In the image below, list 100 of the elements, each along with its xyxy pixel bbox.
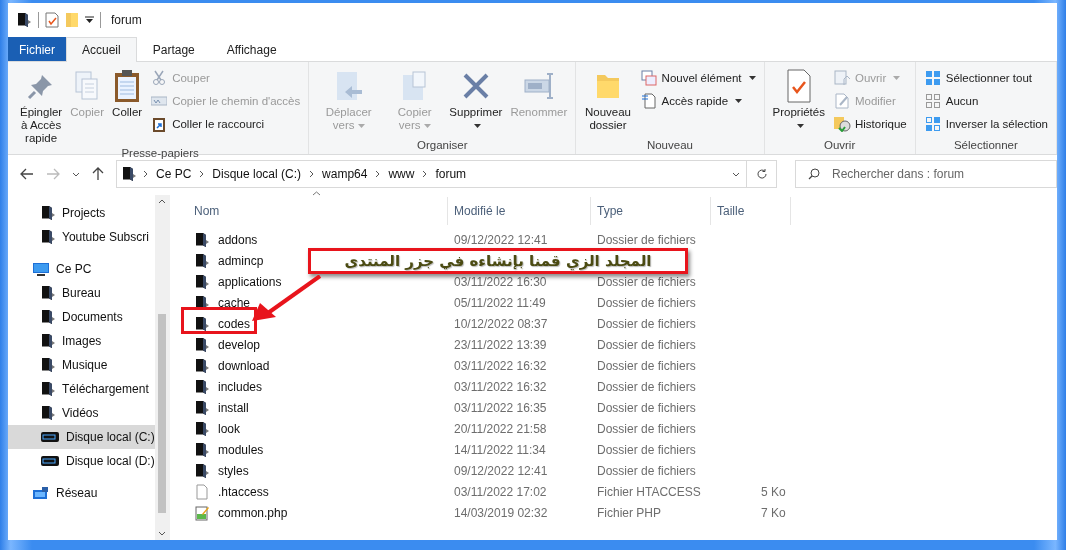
column-header[interactable]: Modifié le: [448, 197, 591, 225]
file-name[interactable]: develop: [218, 337, 261, 352]
ribbon-tab[interactable]: Affichage: [210, 37, 293, 61]
ribbon-tab[interactable]: Partage: [136, 37, 211, 61]
group-title: Presse-papiers: [120, 147, 200, 161]
folder-icon: [40, 309, 56, 325]
back-arrow-icon: [20, 168, 34, 180]
ribbon-tab[interactable]: Accueil: [66, 37, 137, 62]
chevron-icon: [199, 170, 205, 178]
nav-item[interactable]: Vidéos: [8, 401, 155, 425]
ribbon-button[interactable]: Historique: [829, 113, 910, 135]
ribbon-button[interactable]: Accès rapide: [636, 90, 759, 112]
ribbon-button[interactable]: Inverser la sélection: [920, 113, 1051, 135]
file-name[interactable]: includes: [218, 379, 263, 394]
breadcrumb[interactable]: forum: [433, 167, 469, 181]
nav-item[interactable]: Disque local (C:): [8, 425, 155, 449]
folder-icon: [194, 231, 210, 248]
nav-item[interactable]: Réseau: [8, 481, 155, 505]
date-cell-text: 10/12/2022 08:37: [453, 316, 549, 331]
type-cell-text: Dossier de fichiers: [596, 379, 697, 394]
history-icon: [832, 116, 851, 132]
group-title: Ouvrir: [822, 139, 857, 153]
nav-item[interactable]: Téléchargement: [8, 377, 155, 401]
scroll-down-icon[interactable]: [158, 531, 166, 536]
refresh-icon: [755, 168, 768, 180]
clipboard-icon: [113, 69, 142, 103]
type-cell-text: Dossier de fichiers: [596, 337, 697, 352]
ribbon-button[interactable]: Épingler à Accès rapide: [17, 67, 66, 147]
column-header[interactable]: Taille: [711, 197, 791, 225]
breadcrumb[interactable]: Ce PC: [154, 167, 194, 181]
customize-caret-icon[interactable]: [85, 16, 94, 24]
date-cell-text: 09/12/2022 12:41: [453, 463, 549, 478]
ribbon-button[interactable]: Sélectionner tout: [920, 67, 1051, 89]
chevron-down-icon[interactable]: [732, 171, 740, 177]
ribbon-button[interactable]: Coller: [109, 67, 146, 121]
folder-icon: [194, 336, 210, 353]
scissors-icon: [151, 70, 168, 86]
monitor-icon: [32, 261, 50, 277]
date-cell-text: 14/11/2022 11:34: [453, 442, 547, 457]
ribbon-button[interactable]: Propriétés: [769, 67, 828, 134]
nav-item[interactable]: Projects: [8, 201, 155, 225]
nav-item[interactable]: Musique: [8, 353, 155, 377]
type-cell-text: Dossier de fichiers: [596, 442, 697, 457]
nav-item[interactable]: Images: [8, 329, 155, 353]
nav-item[interactable]: Bureau: [8, 281, 155, 305]
ribbon-button[interactable]: Aucun: [920, 90, 1051, 112]
search-field[interactable]: Rechercher dans : forum: [830, 162, 1056, 186]
properties-icon[interactable]: [45, 12, 59, 28]
file-name[interactable]: install: [218, 400, 249, 415]
script-file-icon: [194, 504, 210, 521]
file-name[interactable]: codes: [218, 316, 251, 331]
folder-icon: [40, 205, 56, 221]
nav-item[interactable]: Youtube Subscri: [8, 225, 155, 249]
column-header[interactable]: Nom: [188, 197, 448, 225]
file-name[interactable]: applications: [218, 274, 282, 289]
file-name[interactable]: .htaccess: [218, 484, 269, 499]
callout-text: المجلد الزي قمنا بإنشاءه في جزر المنتدى: [344, 251, 652, 271]
address-field[interactable]: Ce PC Disque local (C:) wamp64 www forum: [116, 160, 777, 188]
nav-item[interactable]: Documents: [8, 305, 155, 329]
network-icon: [32, 485, 50, 501]
file-name[interactable]: common.php: [218, 505, 288, 520]
chevron-icon: [309, 170, 315, 178]
file-name[interactable]: download: [218, 358, 270, 373]
scroll-up-icon[interactable]: [158, 199, 166, 204]
ribbon-tab[interactable]: Fichier: [8, 37, 66, 61]
open-icon: [833, 70, 850, 86]
ribbon-button[interactable]: Supprimer: [446, 67, 506, 134]
folder-icon: [40, 285, 56, 301]
nav-item[interactable]: Disque local (D:): [8, 449, 155, 473]
scroll-thumb[interactable]: [158, 314, 166, 513]
ribbon-button[interactable]: Nouvel élément: [636, 67, 759, 89]
date-cell-text: 03/11/2022 16:32: [453, 358, 548, 373]
breadcrumb[interactable]: www: [386, 167, 417, 181]
folder-icon: [194, 441, 210, 458]
file-icon: [194, 483, 210, 500]
drive-icon: [40, 453, 60, 469]
type-cell-text: Dossier de fichiers: [596, 358, 697, 373]
caret-icon: [748, 76, 756, 80]
file-name[interactable]: addons: [218, 232, 258, 247]
ribbon-button[interactable]: Coller le raccourci: [147, 113, 304, 135]
file-name[interactable]: cache: [218, 295, 251, 310]
folder-icon: [194, 273, 210, 290]
type-cell-text: Dossier de fichiers: [596, 400, 697, 415]
file-name[interactable]: look: [218, 421, 240, 436]
nav-item[interactable]: Ce PC: [8, 257, 155, 281]
file-name[interactable]: styles: [218, 463, 249, 478]
search-box[interactable]: Rechercher dans : forum: [795, 160, 1057, 188]
file-name[interactable]: modules: [218, 442, 264, 457]
scrollbar[interactable]: [155, 195, 169, 540]
breadcrumb[interactable]: wamp64: [320, 167, 370, 181]
breadcrumb[interactable]: Disque local (C:): [210, 167, 304, 181]
chevron-icon: [375, 170, 381, 178]
rename-icon: [522, 71, 555, 101]
file-name[interactable]: admincp: [218, 253, 264, 268]
column-header[interactable]: Type: [591, 197, 711, 225]
type-cell-text: Dossier de fichiers: [596, 295, 697, 310]
date-cell-text: 03/11/2022 16:35: [453, 400, 548, 415]
ribbon-button[interactable]: Nouveau dossier: [581, 67, 635, 134]
new-item-icon: [640, 70, 657, 86]
folder-icon: [40, 229, 56, 245]
